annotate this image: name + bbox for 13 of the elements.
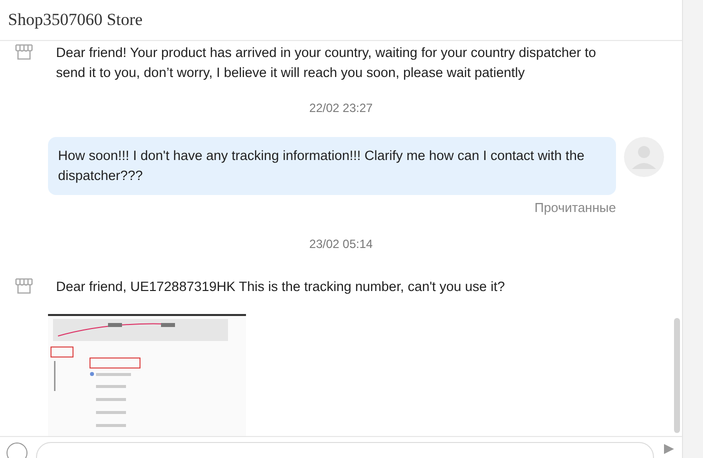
message-text: Dear friend! Your product has arrived in your country, waiting for your country dispatcher to send it to you, don’t worry, I believe it will reach you soon, please wait patiently — [56, 44, 598, 82]
read-status: Прочитанные — [534, 200, 616, 215]
add-icon[interactable] — [6, 442, 28, 458]
send-icon[interactable] — [662, 442, 676, 456]
message-time: 23/02 05:14 — [308, 237, 374, 251]
avatar-icon — [624, 137, 664, 177]
store-icon — [14, 277, 34, 295]
store-icon — [14, 43, 34, 61]
message-time: 22/02 23:27 — [308, 101, 374, 115]
message-text: Dear friend, UE172887319HK This is the tracking number, can't you use it? — [56, 278, 505, 296]
store-name: Shop3507060 Store — [8, 10, 143, 30]
scrollbar[interactable] — [674, 318, 680, 433]
message-bubble: How soon!!! I don't have any tracking information!!! Clarify me how can I contact with the dispatcher??? — [48, 137, 616, 195]
